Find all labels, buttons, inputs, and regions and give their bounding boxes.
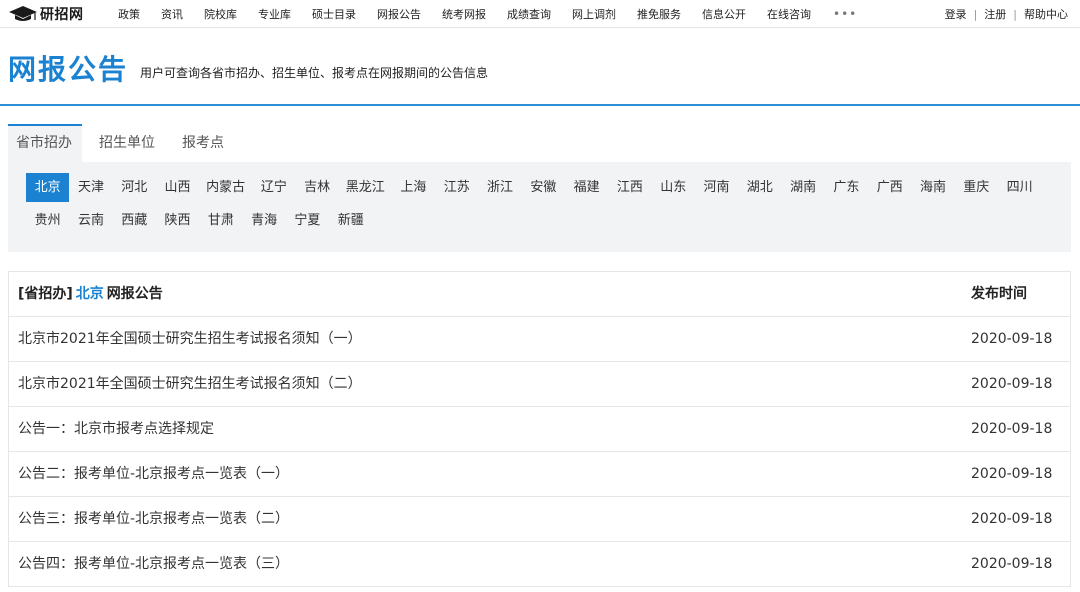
province-option[interactable]: 辽宁 [252,173,295,202]
province-option[interactable]: 陕西 [156,206,199,235]
tab-provincial-office[interactable]: 省市招办 [8,124,82,162]
notice-date: 2020-09-18 [971,466,1053,482]
nav-item-schools[interactable]: 院校库 [204,6,237,22]
table-row: 公告三：报考单位-北京报考点一览表（二） 2020-09-18 [9,497,1070,542]
link-separator: | [973,7,978,21]
province-option[interactable]: 安徽 [522,173,565,202]
table-header-title: [省招办] 北京 网报公告 [18,272,163,317]
notice-date: 2020-09-18 [971,376,1053,392]
nav-item-disclosure[interactable]: 信息公开 [702,6,746,22]
province-option[interactable]: 广西 [868,173,911,202]
tab-exam-sites[interactable]: 报考点 [172,124,234,162]
main-nav: 政策 资讯 院校库 专业库 硕士目录 网报公告 统考网报 成绩查询 网上调剂 推… [118,0,857,28]
nav-more-button[interactable]: ••• [833,7,857,21]
notice-link[interactable]: 公告一：北京市报考点选择规定 [18,407,214,452]
category-tabs: 省市招办 招生单位 报考点 [8,124,241,162]
table-row: 公告一：北京市报考点选择规定 2020-09-18 [9,407,1070,452]
province-option[interactable]: 海南 [911,173,954,202]
notice-date: 2020-09-18 [971,556,1053,572]
nav-item-recommendation[interactable]: 推免服务 [637,6,681,22]
page-description: 用户可查询各省市招办、招生单位、报考点在网报期间的公告信息 [140,66,489,80]
province-option[interactable]: 青海 [242,206,285,235]
table-row: 公告二：报考单位-北京报考点一览表（一） 2020-09-18 [9,452,1070,497]
province-option[interactable]: 河南 [695,173,738,202]
province-option[interactable]: 上海 [392,173,435,202]
header-suffix: 网报公告 [106,286,163,302]
header-divider [0,104,1080,106]
top-nav-bar: 研招网 政策 资讯 院校库 专业库 硕士目录 网报公告 统考网报 成绩查询 网上… [0,0,1080,28]
province-option[interactable]: 湖南 [781,173,824,202]
notice-link[interactable]: 公告二：报考单位-北京报考点一览表（一） [18,452,289,497]
province-option[interactable]: 福建 [565,173,608,202]
help-center-link[interactable]: 帮助中心 [1024,6,1068,22]
notice-date: 2020-09-18 [971,421,1053,437]
province-option[interactable]: 天津 [69,173,112,202]
register-link[interactable]: 注册 [984,6,1006,22]
nav-item-catalog[interactable]: 硕士目录 [312,6,356,22]
nav-item-registration[interactable]: 统考网报 [442,6,486,22]
province-row: 贵州 云南 西藏 陕西 甘肃 青海 宁夏 新疆 [26,206,372,235]
user-links: 登录 | 注册 | 帮助中心 [945,0,1068,28]
province-option[interactable]: 河北 [113,173,156,202]
nav-item-announcements[interactable]: 网报公告 [377,6,421,22]
province-option[interactable]: 云南 [69,206,112,235]
notice-table: [省招办] 北京 网报公告 发布时间 北京市2021年全国硕士研究生招生考试报名须知… [8,271,1071,587]
province-option[interactable]: 内蒙古 [199,173,252,202]
table-row: 北京市2021年全国硕士研究生招生考试报名须知（一） 2020-09-18 [9,317,1070,362]
province-option[interactable]: 江西 [608,173,651,202]
province-option[interactable]: 贵州 [26,206,69,235]
table-header-date: 发布时间 [971,286,1027,302]
province-option[interactable]: 西藏 [113,206,156,235]
header-prefix: [省招办] [18,286,73,302]
nav-item-majors[interactable]: 专业库 [258,6,291,22]
notice-link[interactable]: 公告三：报考单位-北京报考点一览表（二） [18,497,289,542]
nav-item-consult[interactable]: 在线咨询 [767,6,811,22]
province-option[interactable]: 广东 [825,173,868,202]
notice-link[interactable]: 北京市2021年全国硕士研究生招生考试报名须知（一） [18,317,362,362]
province-option[interactable]: 浙江 [478,173,521,202]
province-option[interactable]: 甘肃 [199,206,242,235]
site-logo-text: 研招网 [40,7,84,23]
province-option[interactable]: 重庆 [955,173,998,202]
notice-link[interactable]: 北京市2021年全国硕士研究生招生考试报名须知（二） [18,362,362,407]
nav-item-scores[interactable]: 成绩查询 [507,6,551,22]
province-row: 北京 天津 河北 山西 内蒙古 辽宁 吉林 黑龙江 上海 江苏 浙江 安徽 福建 江西 山东 河南 湖北 湖南 广东… [26,173,1041,202]
nav-item-adjustment[interactable]: 网上调剂 [572,6,616,22]
table-header-row: [省招办] 北京 网报公告 发布时间 [9,272,1070,317]
province-option[interactable]: 宁夏 [286,206,329,235]
notice-date: 2020-09-18 [971,511,1053,527]
province-option[interactable]: 四川 [998,173,1041,202]
graduation-cap-icon [9,6,37,21]
province-option[interactable]: 江苏 [435,173,478,202]
notice-date: 2020-09-18 [971,331,1053,347]
login-link[interactable]: 登录 [945,6,967,22]
province-option[interactable]: 山西 [156,173,199,202]
table-row: 公告四：报考单位-北京报考点一览表（三） 2020-09-18 [9,542,1070,587]
province-selector: 北京 天津 河北 山西 内蒙古 辽宁 吉林 黑龙江 上海 江苏 浙江 安徽 福建 江西 山东 河南 湖北 湖南 广东… [8,162,1071,252]
province-option[interactable]: 北京 [26,173,70,202]
site-logo[interactable]: 研招网 [8,4,84,24]
table-row: 北京市2021年全国硕士研究生招生考试报名须知（二） 2020-09-18 [9,362,1070,407]
province-option[interactable]: 山东 [652,173,695,202]
link-separator: | [1013,7,1017,21]
tab-admission-units[interactable]: 招生单位 [89,124,165,162]
nav-item-news[interactable]: 资讯 [161,6,183,22]
province-option[interactable]: 吉林 [295,173,338,202]
nav-item-policy[interactable]: 政策 [118,6,140,22]
province-option[interactable]: 湖北 [738,173,781,202]
province-option[interactable]: 黑龙江 [339,173,392,202]
page-title: 网报公告 [8,53,129,86]
province-option[interactable]: 新疆 [329,206,372,235]
header-city: 北京 [75,286,104,302]
notice-link[interactable]: 公告四：报考单位-北京报考点一览表（三） [18,542,289,587]
